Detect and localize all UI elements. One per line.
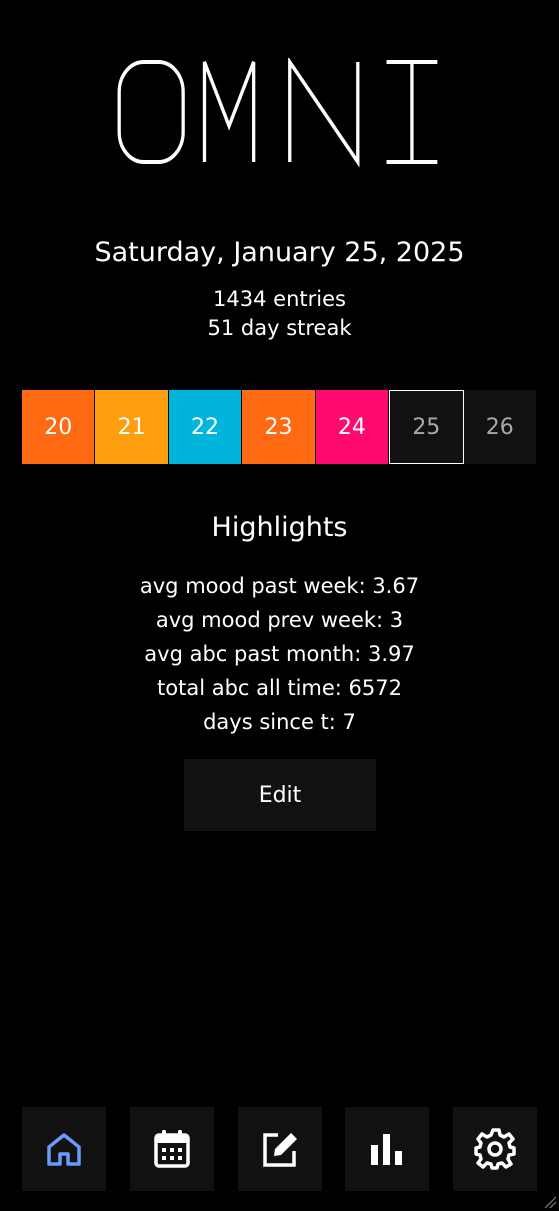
- app-logo: [50, 58, 508, 168]
- nav-home-button[interactable]: [22, 1107, 106, 1191]
- highlight-item: avg abc past month: 3.97: [144, 642, 415, 666]
- entries-count: 1434 entries: [213, 287, 346, 311]
- day-cell[interactable]: 24: [315, 390, 390, 464]
- highlight-item: total abc all time: 6572: [157, 676, 402, 700]
- day-number: 26: [485, 414, 514, 440]
- nav-edit-button[interactable]: [237, 1107, 322, 1191]
- edit-icon: [262, 1133, 297, 1167]
- resize-handle-icon[interactable]: [543, 1195, 557, 1209]
- edit-highlights-button[interactable]: Edit: [184, 759, 376, 831]
- streak-count: 51 day streak: [207, 316, 352, 340]
- settings-icon: [474, 1128, 516, 1170]
- nav-calendar-button[interactable]: [129, 1107, 214, 1191]
- day-number: 24: [337, 414, 366, 440]
- nav-stats-button[interactable]: [345, 1107, 430, 1191]
- day-number: 20: [44, 414, 73, 440]
- highlight-item: avg mood past week: 3.67: [139, 574, 420, 598]
- day-number: 23: [264, 414, 293, 440]
- current-date: Saturday, January 25, 2025: [94, 237, 465, 268]
- omni-logo: [117, 58, 437, 168]
- home-icon: [47, 1133, 81, 1166]
- day-cell[interactable]: 20: [22, 390, 96, 464]
- bottom-nav: [22, 1107, 537, 1191]
- highlights-list: avg mood past week: 3.67 avg mood prev w…: [0, 569, 559, 739]
- highlights-title: Highlights: [211, 512, 348, 543]
- nav-settings-button[interactable]: [453, 1107, 537, 1191]
- highlight-item: days since t: 7: [203, 710, 356, 734]
- day-number: 25: [412, 414, 441, 440]
- week-strip: 20 21 22 23 24 25 26: [22, 390, 537, 464]
- day-cell[interactable]: 23: [242, 390, 316, 464]
- day-number: 22: [191, 414, 220, 440]
- day-cell-today[interactable]: 25: [389, 390, 464, 464]
- day-cell-future[interactable]: 26: [463, 390, 537, 464]
- day-cell[interactable]: 21: [95, 390, 169, 464]
- highlight-item: avg mood prev week: 3: [155, 608, 404, 632]
- calendar-icon: [154, 1130, 190, 1168]
- day-cell[interactable]: 22: [168, 390, 243, 464]
- day-number: 21: [117, 414, 146, 440]
- stats-icon: [371, 1134, 403, 1165]
